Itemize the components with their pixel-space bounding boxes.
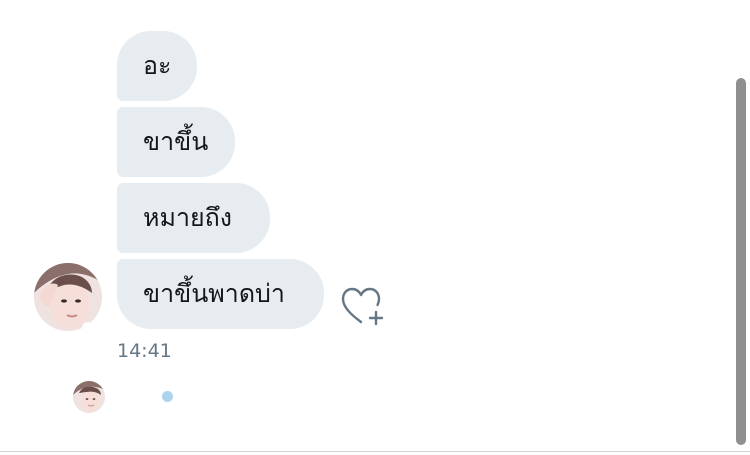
message-text: หมายถึง — [143, 203, 232, 232]
message-bubble[interactable]: อะ — [117, 31, 197, 101]
like-message-button[interactable] — [339, 284, 387, 328]
avatar-photo — [34, 263, 102, 331]
sender-avatar[interactable] — [34, 263, 102, 331]
message-text: อะ — [143, 51, 172, 80]
message-text: ขาขึ้น — [143, 127, 209, 156]
typing-indicator-dot — [162, 391, 173, 402]
heart-plus-icon — [341, 287, 384, 326]
message-bubble[interactable]: หมายถึง — [117, 183, 270, 253]
divider — [0, 451, 750, 452]
scrollbar-thumb[interactable] — [736, 78, 746, 445]
message-bubble[interactable]: ขาขึ้น — [117, 107, 235, 177]
message-bubble[interactable]: ขาขึ้นพาดบ่า — [117, 259, 324, 329]
avatar-photo — [73, 381, 105, 413]
message-timestamp: 14:41 — [117, 340, 172, 362]
dm-conversation: อะ ขาขึ้น หมายถึง ขาขึ้นพาดบ่า 14:41 — [0, 0, 750, 455]
message-text: ขาขึ้นพาดบ่า — [143, 279, 285, 308]
seen-by-avatar — [73, 381, 105, 413]
